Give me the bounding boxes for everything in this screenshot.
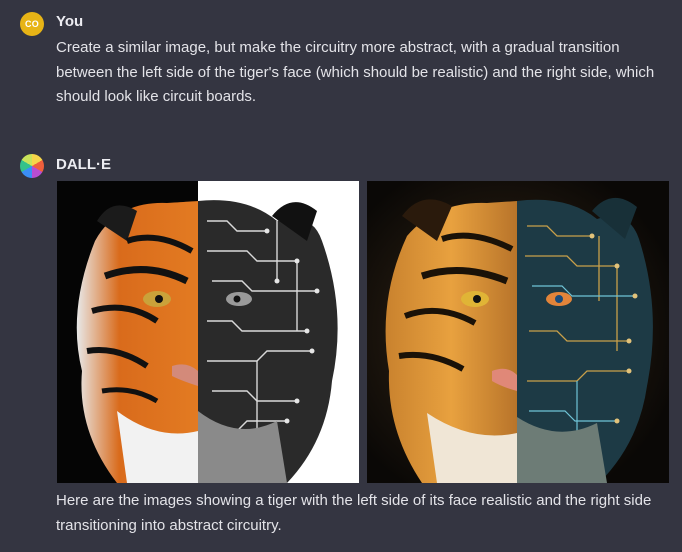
assistant-message-text: Here are the images showing a tiger with… (56, 492, 652, 534)
generated-image-2[interactable] (367, 181, 669, 483)
user-message-text: Create a similar image, but make the cir… (56, 39, 655, 105)
user-author-name: You (56, 13, 84, 30)
assistant-author-name: DALL·E (56, 156, 111, 173)
generated-image-1[interactable] (57, 181, 359, 483)
dalle-avatar-icon (20, 154, 44, 178)
user-avatar: CO (20, 12, 44, 36)
tiger-color-illustration (367, 181, 669, 483)
tiger-bw-illustration (76, 200, 338, 483)
